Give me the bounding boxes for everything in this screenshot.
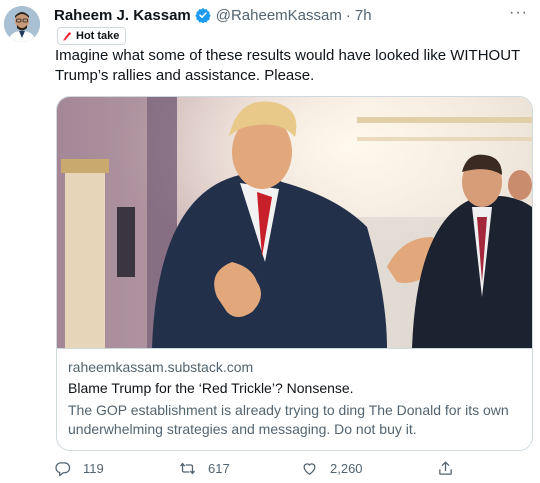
card-domain: raheemkassam.substack.com: [68, 359, 254, 375]
share-button[interactable]: [437, 460, 454, 477]
reply-button[interactable]: 119: [54, 460, 104, 477]
link-card[interactable]: raheemkassam.substack.com Blame Trump fo…: [56, 96, 533, 451]
reply-count: 119: [83, 461, 104, 476]
card-body[interactable]: raheemkassam.substack.com Blame Trump fo…: [57, 348, 532, 450]
author-handle[interactable]: @RaheemKassam: [216, 7, 342, 24]
tweet-text: Imagine what some of these results would…: [55, 47, 520, 84]
separator-dot: ·: [345, 6, 351, 24]
heart-icon: [303, 463, 316, 475]
like-count: 2,260: [330, 461, 363, 476]
author-avatar[interactable]: [4, 6, 40, 42]
reply-icon: [55, 462, 71, 477]
more-options-icon[interactable]: ···: [509, 4, 528, 22]
tweet: Raheem J. Kassam @RaheemKassam · 7h ··· …: [0, 0, 540, 483]
like-button[interactable]: 2,260: [301, 460, 363, 477]
hot-take-label: Hot take: [57, 27, 127, 45]
card-image[interactable]: [57, 97, 532, 348]
fire-icon: [63, 32, 71, 41]
action-bar: 119 617 2,260: [54, 460, 494, 480]
label-text: Hot take: [76, 30, 120, 42]
card-description: The GOP establishment is already trying …: [68, 402, 509, 437]
verified-badge-icon: [195, 7, 211, 24]
retweet-count: 617: [208, 461, 230, 476]
share-icon: [439, 461, 452, 475]
retweet-button[interactable]: 617: [179, 460, 230, 477]
card-title: Blame Trump for the ‘Red Trickle’? Nonse…: [68, 380, 354, 396]
author-name[interactable]: Raheem J. Kassam: [54, 7, 191, 24]
retweet-icon: [180, 462, 195, 475]
tweet-header: Raheem J. Kassam @RaheemKassam · 7h: [54, 4, 540, 26]
tweet-timestamp[interactable]: 7h: [355, 7, 372, 24]
